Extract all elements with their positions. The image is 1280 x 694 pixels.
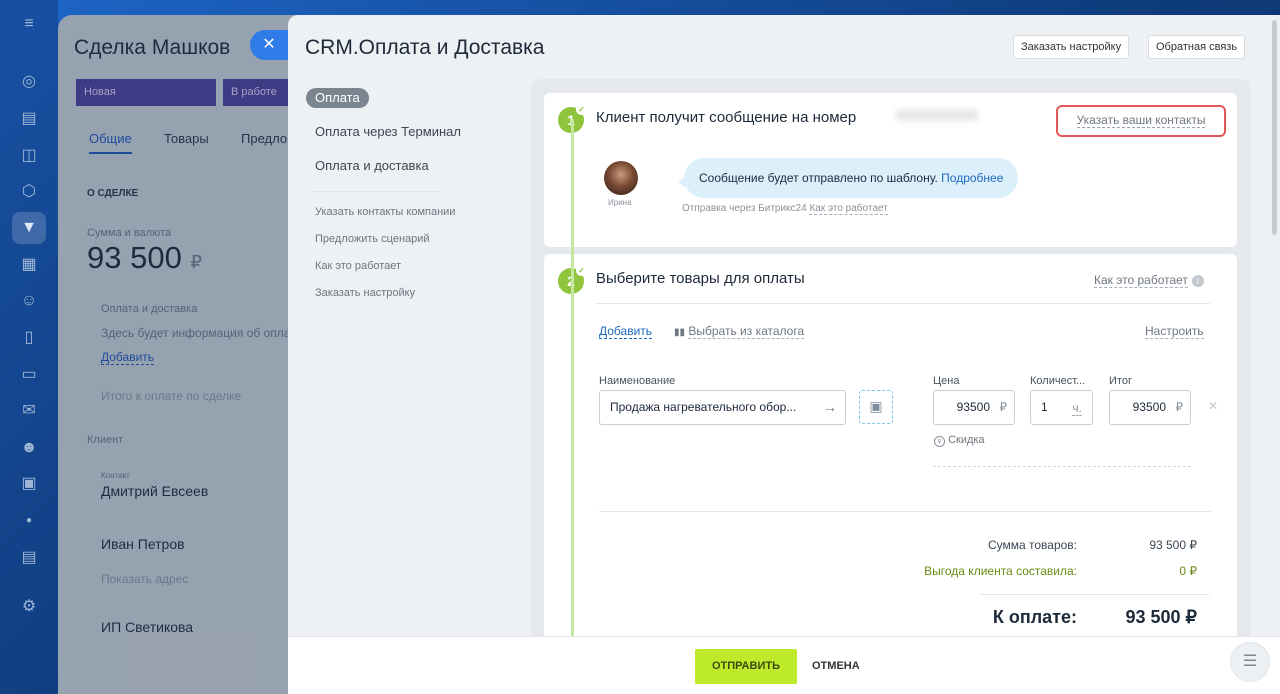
sum-divider: [599, 511, 1211, 512]
menu-icon[interactable]: ≡: [19, 14, 39, 34]
book-icon: ▮▮: [674, 327, 686, 338]
choose-from-catalog-link[interactable]: ▮▮ Выбрать из каталога: [674, 324, 805, 339]
quantity-field[interactable]: 1 ч.: [1030, 390, 1093, 425]
total-field[interactable]: 93500 ₽: [1109, 390, 1191, 425]
col-total-label: Итог: [1109, 375, 1132, 387]
avatar-name: Ирина: [608, 198, 632, 207]
price-field[interactable]: 93500 ₽: [933, 390, 1015, 425]
menu-item-payment[interactable]: Оплата: [306, 88, 369, 108]
document-icon[interactable]: ▯: [19, 328, 39, 348]
hexagon-icon[interactable]: ⬡: [19, 182, 39, 202]
send-button[interactable]: ОТПРАВИТЬ: [695, 649, 797, 684]
col-qty-label: Количест...: [1030, 375, 1086, 387]
step2-how-it-works-link[interactable]: Как это работает i: [1094, 273, 1204, 288]
mail-icon[interactable]: ✉: [19, 401, 39, 421]
goods-sum-value: 93 500 ₽: [1149, 538, 1197, 552]
goods-sum-label: Сумма товаров:: [987, 538, 1077, 552]
send-via-text: Отправка через Битрикс24 Как это работае…: [682, 203, 888, 215]
menu-link-how-it-works[interactable]: Как это работает: [315, 260, 401, 272]
steps-timeline: [571, 119, 574, 649]
to-pay-label: К оплате:: [992, 607, 1077, 627]
card-icon[interactable]: ▭: [19, 365, 39, 385]
product-name-field[interactable]: Продажа нагревательного обор... →: [599, 390, 846, 425]
step2-card: 2✓ Выберите товары для оплаты Как это ра…: [544, 254, 1237, 684]
phone-number-blurred: [896, 109, 978, 121]
activity-icon[interactable]: ◎: [19, 72, 39, 92]
feedback-button[interactable]: Обратная связь: [1148, 35, 1246, 59]
menu-link-order-setup[interactable]: Заказать настройку: [315, 287, 415, 299]
col-name-label: Наименование: [599, 375, 676, 387]
message-bubble: Сообщение будет отправлено по шаблону. П…: [677, 158, 1019, 198]
check-icon: ✓: [576, 104, 587, 115]
discount-toggle[interactable]: v Скидка: [934, 434, 985, 447]
chevron-down-icon: v: [934, 436, 945, 447]
presentation-icon[interactable]: ▣: [19, 474, 39, 494]
user-circle-icon[interactable]: ●: [19, 511, 39, 531]
image-icon: ▣: [869, 398, 883, 414]
check-icon: ✓: [576, 265, 587, 276]
specify-contacts-button[interactable]: Указать ваши контакты: [1056, 105, 1226, 137]
benefit-value: 0 ₽: [1179, 564, 1197, 578]
calendar-icon[interactable]: ▦: [19, 255, 39, 275]
funnel-icon[interactable]: ▼: [19, 218, 39, 238]
add-product-link[interactable]: Добавить: [599, 324, 653, 339]
step1-title: Клиент получит сообщение на номер: [596, 109, 857, 126]
cancel-button[interactable]: ОТМЕНА: [812, 649, 860, 684]
menu-link-suggest-scenario[interactable]: Предложить сценарий: [315, 233, 430, 245]
to-pay-divider: [980, 594, 1210, 595]
unit-select[interactable]: ч.: [1072, 401, 1082, 416]
arrow-right-icon[interactable]: →: [823, 391, 837, 424]
footer-bar: ОТПРАВИТЬ ОТМЕНА: [288, 636, 1280, 694]
menu-item-terminal[interactable]: Оплата через Терминал: [315, 124, 461, 139]
robot-icon[interactable]: ☺: [19, 291, 39, 311]
payment-delivery-panel: CRM.Оплата и Доставка Заказать настройку…: [288, 15, 1280, 694]
menu-divider: [313, 191, 441, 192]
configure-link[interactable]: Настроить: [1145, 324, 1204, 339]
content-area: 1✓ Клиент получит сообщение на номер Ука…: [531, 79, 1250, 684]
step2-title: Выберите товары для оплаты: [596, 270, 805, 287]
order-setup-button[interactable]: Заказать настройку: [1013, 35, 1130, 59]
contacts-icon[interactable]: ☻: [19, 438, 39, 458]
step1-card: 1✓ Клиент получит сообщение на номер Ука…: [544, 93, 1237, 247]
list-menu-icon[interactable]: ☰: [1230, 642, 1270, 682]
remove-row-icon[interactable]: ✕: [1208, 399, 1218, 413]
col-price-label: Цена: [933, 375, 960, 387]
step2-header-divider: [596, 303, 1210, 304]
menu-item-payment-delivery[interactable]: Оплата и доставка: [315, 158, 429, 173]
info-icon: i: [1191, 275, 1204, 287]
close-slider-button[interactable]: ✕: [250, 30, 288, 60]
to-pay-value: 93 500 ₽: [1125, 607, 1197, 627]
menu-link-company-contacts[interactable]: Указать контакты компании: [315, 206, 455, 218]
details-link[interactable]: Подробнее: [941, 171, 1003, 185]
settings-icon[interactable]: ⚙: [19, 597, 39, 617]
avatar: [604, 161, 638, 195]
discount-divider: [933, 466, 1191, 467]
chat-icon[interactable]: ◫: [19, 146, 39, 166]
product-image-upload[interactable]: ▣: [859, 390, 893, 424]
sheet-icon[interactable]: ▤: [19, 548, 39, 568]
benefit-label: Выгода клиента составила:: [924, 564, 1077, 578]
via-how-it-works-link[interactable]: Как это работает: [809, 203, 888, 215]
scrollbar[interactable]: [1272, 20, 1277, 235]
left-navigation: ≡ ◎ ▤ ◫ ⬡ ▼ ▦ ☺ ▯ ▭ ✉ ☻ ▣ ● ▤ ⚙: [0, 0, 58, 694]
close-icon: ✕: [262, 36, 276, 53]
tasks-icon[interactable]: ▤: [19, 109, 39, 129]
panel-title: CRM.Оплата и Доставка: [305, 36, 545, 59]
